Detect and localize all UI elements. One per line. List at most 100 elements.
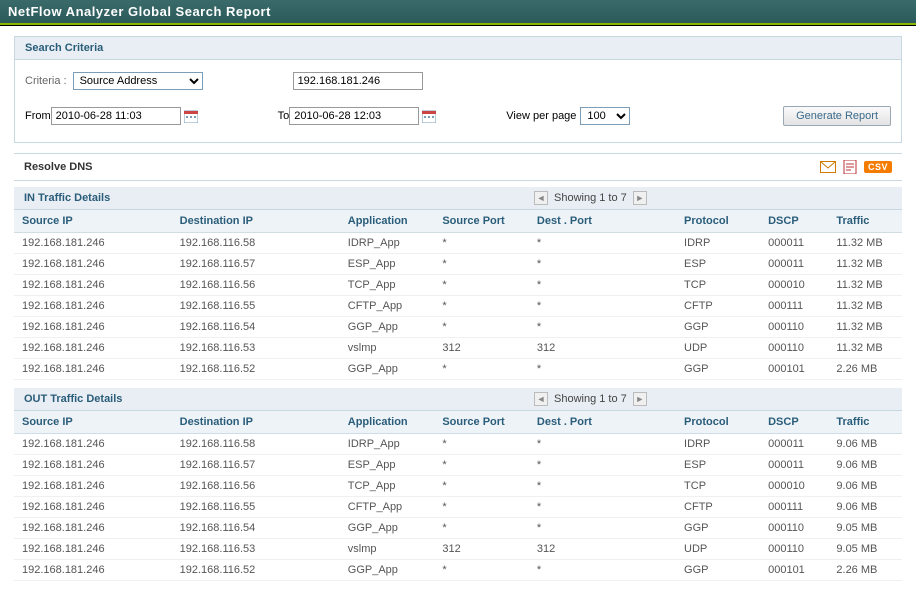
cell-src: 192.168.181.246 xyxy=(14,476,172,497)
cell-src: 192.168.181.246 xyxy=(14,560,172,581)
cell-app: ESP_App xyxy=(340,254,435,275)
cell-dp: * xyxy=(529,317,676,338)
cell-tfc: 9.06 MB xyxy=(828,455,902,476)
col-src-port[interactable]: Source Port xyxy=(434,411,529,434)
table-row: 192.168.181.246192.168.116.54GGP_App**GG… xyxy=(14,518,902,539)
generate-report-button[interactable]: Generate Report xyxy=(783,106,891,126)
cell-sp: * xyxy=(434,560,529,581)
calendar-icon-to[interactable] xyxy=(422,109,436,123)
col-traffic[interactable]: Traffic xyxy=(828,210,902,233)
resolve-dns-link[interactable]: Resolve DNS xyxy=(24,161,92,173)
view-per-page-select[interactable]: 100 xyxy=(580,107,630,125)
cell-tfc: 11.32 MB xyxy=(828,275,902,296)
csv-icon[interactable]: CSV xyxy=(864,161,892,173)
in-pager-prev[interactable]: ◄ xyxy=(534,191,548,205)
col-protocol[interactable]: Protocol xyxy=(676,411,760,434)
cell-dscp: 000101 xyxy=(760,359,828,380)
out-pager-next[interactable]: ► xyxy=(633,392,647,406)
cell-dst: 192.168.116.57 xyxy=(172,254,340,275)
cell-tfc: 9.06 MB xyxy=(828,434,902,455)
cell-tfc: 2.26 MB xyxy=(828,560,902,581)
col-dscp[interactable]: DSCP xyxy=(760,411,828,434)
cell-src: 192.168.181.246 xyxy=(14,338,172,359)
cell-app: TCP_App xyxy=(340,275,435,296)
col-protocol[interactable]: Protocol xyxy=(676,210,760,233)
col-dest-ip[interactable]: Destination IP xyxy=(172,411,340,434)
from-date-input[interactable] xyxy=(51,107,181,125)
cell-dst: 192.168.116.56 xyxy=(172,476,340,497)
cell-tfc: 9.05 MB xyxy=(828,539,902,560)
cell-proto: GGP xyxy=(676,317,760,338)
cell-dst: 192.168.116.52 xyxy=(172,560,340,581)
table-row: 192.168.181.246192.168.116.52GGP_App**GG… xyxy=(14,359,902,380)
cell-dp: * xyxy=(529,560,676,581)
cell-dp: * xyxy=(529,434,676,455)
cell-app: vslmp xyxy=(340,539,435,560)
col-source-ip[interactable]: Source IP xyxy=(14,210,172,233)
cell-dscp: 000110 xyxy=(760,518,828,539)
cell-src: 192.168.181.246 xyxy=(14,275,172,296)
email-icon[interactable] xyxy=(820,160,836,174)
table-row: 192.168.181.246192.168.116.57ESP_App**ES… xyxy=(14,254,902,275)
col-src-port[interactable]: Source Port xyxy=(434,210,529,233)
cell-dscp: 000011 xyxy=(760,254,828,275)
cell-app: ESP_App xyxy=(340,455,435,476)
criteria-select[interactable]: Source Address xyxy=(73,72,203,90)
in-pager-text: Showing 1 to 7 xyxy=(554,192,627,204)
out-pager-prev[interactable]: ◄ xyxy=(534,392,548,406)
cell-tfc: 9.06 MB xyxy=(828,497,902,518)
cell-tfc: 9.05 MB xyxy=(828,518,902,539)
cell-tfc: 11.32 MB xyxy=(828,338,902,359)
cell-dp: 312 xyxy=(529,539,676,560)
cell-sp: * xyxy=(434,434,529,455)
col-application[interactable]: Application xyxy=(340,411,435,434)
col-dst-port[interactable]: Dest . Port xyxy=(529,210,676,233)
cell-proto: CFTP xyxy=(676,497,760,518)
out-traffic-table: Source IP Destination IP Application Sou… xyxy=(14,411,902,581)
col-application[interactable]: Application xyxy=(340,210,435,233)
cell-dp: * xyxy=(529,455,676,476)
col-dst-port[interactable]: Dest . Port xyxy=(529,411,676,434)
col-dest-ip[interactable]: Destination IP xyxy=(172,210,340,233)
col-traffic[interactable]: Traffic xyxy=(828,411,902,434)
pdf-icon[interactable] xyxy=(842,160,858,174)
table-row: 192.168.181.246192.168.116.56TCP_App**TC… xyxy=(14,476,902,497)
cell-proto: CFTP xyxy=(676,296,760,317)
cell-sp: * xyxy=(434,233,529,254)
out-traffic-header: OUT Traffic Details ◄ Showing 1 to 7 ► xyxy=(14,388,902,411)
cell-tfc: 2.26 MB xyxy=(828,359,902,380)
calendar-icon-from[interactable] xyxy=(184,109,198,123)
cell-proto: UDP xyxy=(676,539,760,560)
cell-sp: * xyxy=(434,275,529,296)
cell-dst: 192.168.116.58 xyxy=(172,233,340,254)
cell-app: CFTP_App xyxy=(340,497,435,518)
cell-dst: 192.168.116.53 xyxy=(172,539,340,560)
table-row: 192.168.181.246192.168.116.53vslmp312312… xyxy=(14,338,902,359)
cell-proto: GGP xyxy=(676,518,760,539)
cell-dscp: 000111 xyxy=(760,296,828,317)
cell-sp: 312 xyxy=(434,539,529,560)
cell-sp: * xyxy=(434,254,529,275)
cell-dp: * xyxy=(529,233,676,254)
cell-sp: * xyxy=(434,455,529,476)
cell-dscp: 000111 xyxy=(760,497,828,518)
cell-src: 192.168.181.246 xyxy=(14,518,172,539)
col-dscp[interactable]: DSCP xyxy=(760,210,828,233)
in-traffic-header: IN Traffic Details ◄ Showing 1 to 7 ► xyxy=(14,187,902,210)
cell-dst: 192.168.116.58 xyxy=(172,434,340,455)
cell-dp: * xyxy=(529,359,676,380)
table-row: 192.168.181.246192.168.116.55CFTP_App**C… xyxy=(14,497,902,518)
from-label: From xyxy=(25,110,51,122)
cell-proto: ESP xyxy=(676,254,760,275)
in-pager-next[interactable]: ► xyxy=(633,191,647,205)
to-date-input[interactable] xyxy=(289,107,419,125)
cell-tfc: 11.32 MB xyxy=(828,317,902,338)
cell-dscp: 000101 xyxy=(760,560,828,581)
cell-dscp: 000011 xyxy=(760,233,828,254)
cell-tfc: 9.06 MB xyxy=(828,476,902,497)
criteria-label: Criteria : xyxy=(25,75,67,87)
cell-dscp: 000110 xyxy=(760,338,828,359)
col-source-ip[interactable]: Source IP xyxy=(14,411,172,434)
cell-dp: * xyxy=(529,275,676,296)
criteria-value-input[interactable] xyxy=(293,72,423,90)
